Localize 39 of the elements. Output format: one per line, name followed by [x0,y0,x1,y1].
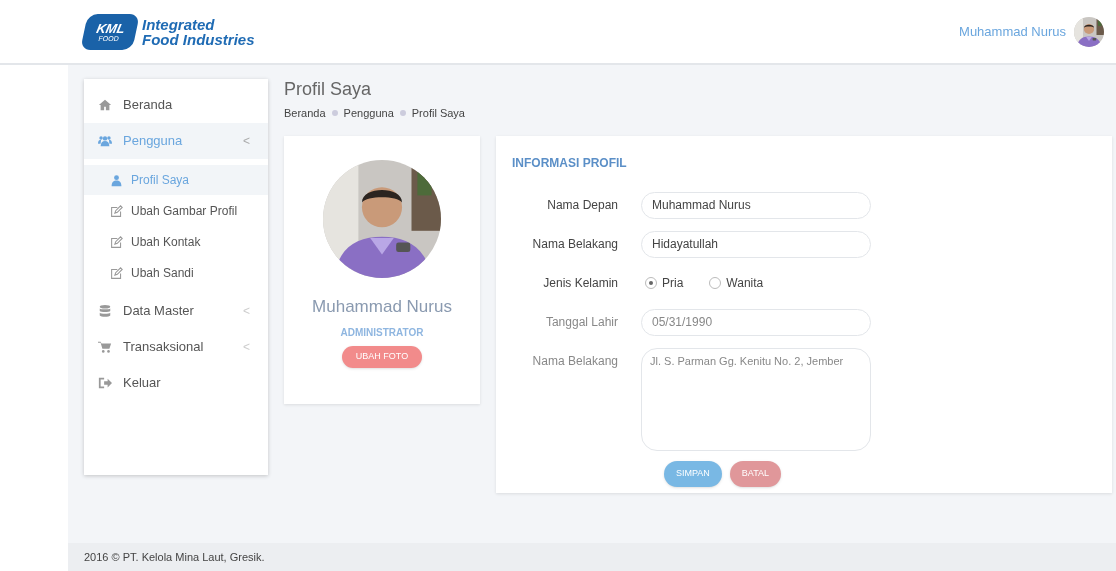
breadcrumb-link[interactable]: Beranda [284,105,326,122]
field-label: Jenis Kelamin [542,274,619,292]
submenu-item[interactable]: Ubah Kontak [84,227,268,257]
gender-radio[interactable]: Wanita [709,274,764,292]
menu-item[interactable]: Transaksional < [84,329,268,365]
gender-radio[interactable]: Pria [645,274,684,292]
footer-text: 2016 © PT. Kelola Mina Laut, Gresik. [84,549,265,565]
cart-icon [98,340,112,354]
profile-role: ADMINISTRATOR [340,326,424,340]
page-title: Profil Saya [284,78,373,101]
logout-icon [98,376,112,390]
menu-item[interactable]: Data Master < [84,293,268,329]
text-field[interactable]: Muhammad Nurus [641,191,871,219]
profile-name: Muhammad Nurus [312,295,452,318]
field-label: Nama Belakang [531,235,619,253]
users-icon [98,134,112,148]
logo-text: KML [95,21,127,35]
menu-item[interactable]: Beranda [84,87,268,123]
brand-name: Food Industries [142,31,255,47]
field-label: Nama Belakang [531,352,619,370]
breadcrumb-link[interactable]: Pengguna [343,105,394,122]
chevron-icon: < [243,132,250,150]
chevron-icon: < [243,302,250,320]
user-icon [110,173,123,187]
edit-icon [110,204,123,218]
menu-item[interactable]: Keluar [84,365,268,401]
edit-icon [110,235,123,249]
submenu-item[interactable]: Ubah Gambar Profil [84,196,268,226]
field-label: Tanggal Lahir [544,313,619,331]
chevron-icon: < [243,338,250,356]
section-title: INFORMASI PROFIL [512,154,628,172]
brand-name: Integrated [142,16,216,32]
edit-icon [110,266,123,280]
text-field[interactable]: Hidayatullah [641,230,871,258]
submenu-item[interactable]: Ubah Sandi [84,258,268,288]
home-icon [98,98,112,112]
field-label: Nama Depan [546,196,619,214]
database-icon [98,304,112,318]
breadcrumb-link[interactable]: Profil Saya [411,105,465,122]
